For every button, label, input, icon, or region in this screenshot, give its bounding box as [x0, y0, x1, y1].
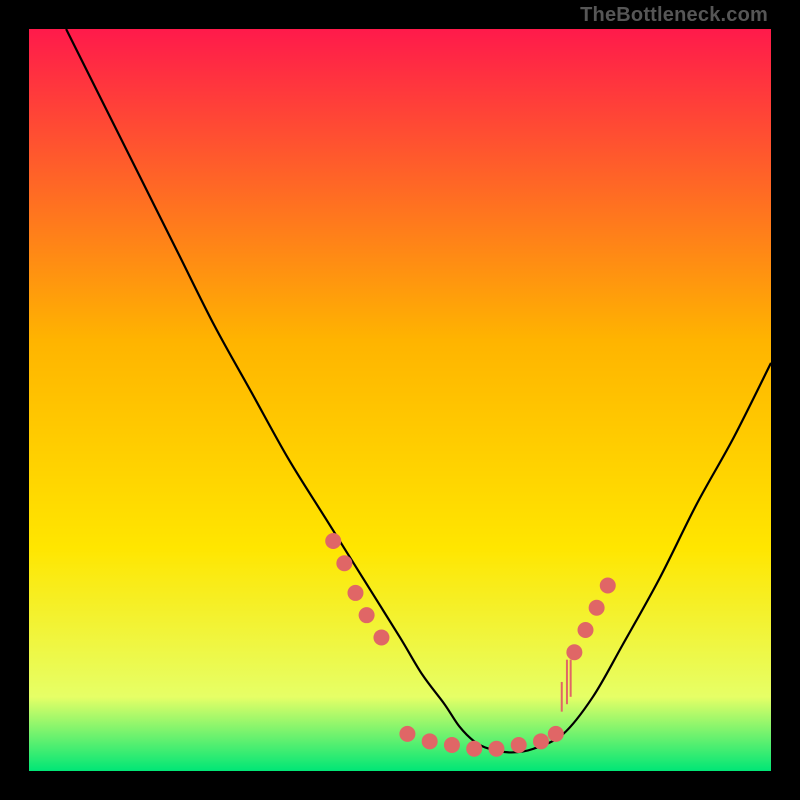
highlight-dot [548, 726, 564, 742]
watermark-text: TheBottleneck.com [580, 4, 768, 27]
highlight-dot [444, 737, 460, 753]
highlight-dot [359, 607, 375, 623]
highlight-dot [600, 578, 616, 594]
highlight-dot [466, 741, 482, 757]
highlight-dot [325, 533, 341, 549]
gradient-background [29, 29, 771, 771]
highlight-dot [533, 733, 549, 749]
highlight-dot [347, 585, 363, 601]
bottleneck-chart [29, 29, 771, 771]
highlight-dot [399, 726, 415, 742]
highlight-dot [373, 629, 389, 645]
chart-frame [29, 29, 771, 771]
highlight-dot [336, 555, 352, 571]
highlight-dot [578, 622, 594, 638]
highlight-dot [566, 644, 582, 660]
highlight-dot [511, 737, 527, 753]
highlight-dot [422, 733, 438, 749]
highlight-dot [589, 600, 605, 616]
highlight-dot [488, 741, 504, 757]
